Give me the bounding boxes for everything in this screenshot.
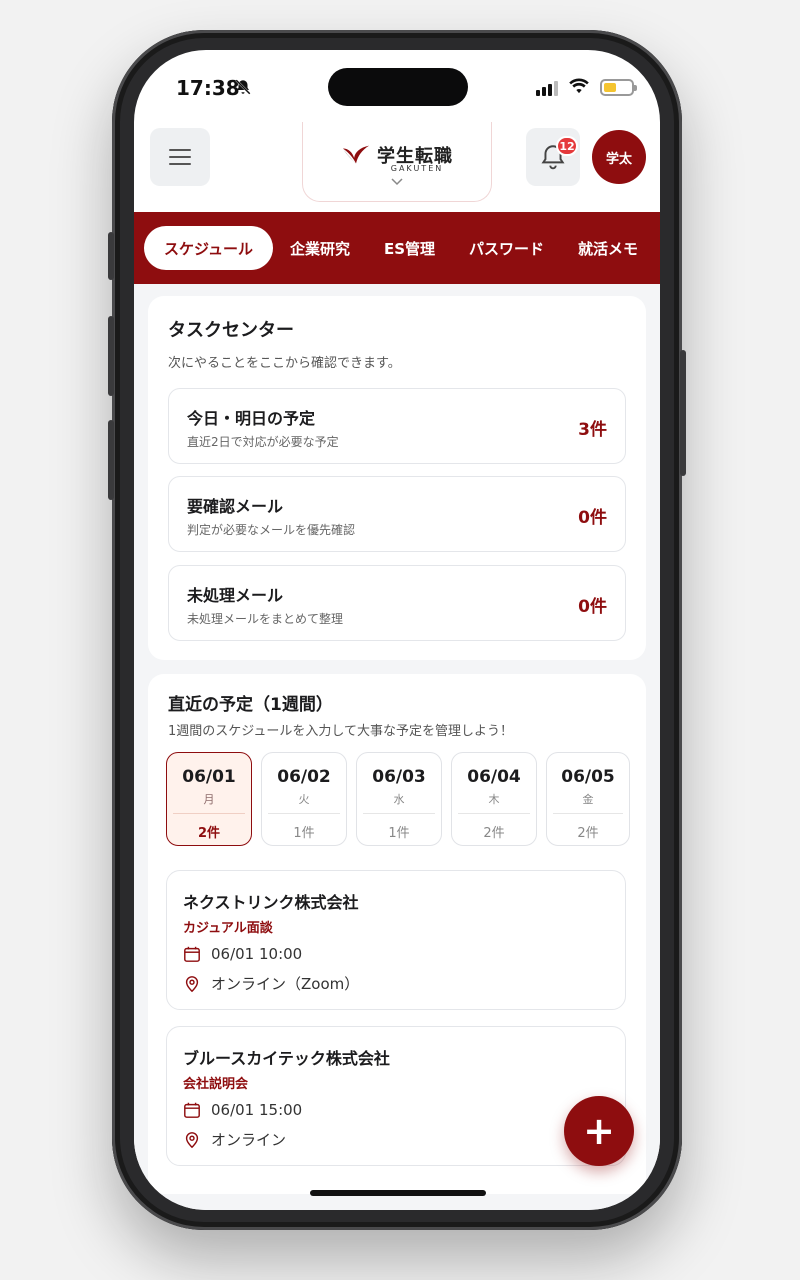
wifi-icon [568, 78, 590, 97]
tab-es-management[interactable]: ES管理 [367, 226, 452, 270]
day-count: 2件 [577, 826, 599, 841]
event-company: ブルースカイテック株式会社 [183, 1049, 390, 1068]
day-chip[interactable]: 06/05 金 2件 [546, 752, 630, 846]
day-count: 1件 [293, 826, 315, 841]
day-weekday: 金 [582, 793, 594, 806]
event-location: オンライン（Zoom） [211, 975, 360, 993]
day-chip[interactable]: 06/03 水 1件 [356, 752, 442, 846]
event-card[interactable]: ネクストリンク株式会社 カジュアル面談 06/01 10:00 オンライン（Zo… [166, 870, 626, 1010]
task-center-card: タスクセンター 次にやることをここから確認できます。 今日・明日の予定 直近2日… [148, 296, 646, 660]
day-weekday: 木 [488, 793, 500, 806]
day-chip[interactable]: 06/04 木 2件 [451, 752, 537, 846]
tab-job-memo[interactable]: 就活メモ [561, 226, 655, 270]
avatar[interactable]: 学太 [592, 130, 646, 184]
location-pin-icon [185, 1131, 199, 1148]
day-date: 06/02 [277, 767, 331, 787]
day-chip[interactable]: 06/01 月 2件 [166, 752, 252, 846]
silent-mode-icon [234, 78, 252, 100]
day-date: 06/01 [182, 767, 236, 787]
home-indicator[interactable] [310, 1190, 486, 1196]
day-count: 1件 [388, 826, 410, 841]
day-divider [363, 813, 435, 814]
task-item-unprocessed-mail[interactable]: 未処理メール 未処理メールをまとめて整理 0件 [168, 565, 626, 641]
task-item-count: 3件 [578, 420, 607, 440]
day-selector: 06/01 月 2件 06/02 火 1件 06/03 水 1件 06/04 木… [166, 752, 630, 846]
day-count: 2件 [197, 826, 221, 841]
tab-passwords[interactable]: パスワード [452, 226, 561, 270]
notification-button[interactable]: 12 [526, 128, 580, 186]
status-time: 17:38 [176, 76, 240, 100]
location-pin-icon [185, 975, 199, 992]
task-item-count: 0件 [578, 508, 607, 528]
day-count: 2件 [483, 826, 505, 841]
logo-subtext: GAKUTEN [390, 164, 444, 173]
tab-company-research[interactable]: 企業研究 [273, 226, 367, 270]
task-item-desc: 未処理メールをまとめて整理 [187, 612, 344, 626]
event-datetime-row: 06/01 15:00 [183, 1101, 302, 1119]
event-location-row: オンライン（Zoom） [183, 973, 359, 994]
task-item-title: 今日・明日の予定 [187, 409, 316, 428]
main-content: タスクセンター 次にやることをここから確認できます。 今日・明日の予定 直近2日… [134, 284, 660, 1210]
event-type: 会社説明会 [183, 1077, 249, 1092]
battery-icon [600, 79, 637, 96]
add-event-button[interactable]: + [564, 1096, 634, 1166]
task-item-upcoming[interactable]: 今日・明日の予定 直近2日で対応が必要な予定 3件 [168, 388, 626, 464]
task-center-title: タスクセンター [168, 320, 294, 341]
task-item-desc: 直近2日で対応が必要な予定 [187, 435, 339, 449]
calendar-icon [184, 946, 200, 962]
day-chip[interactable]: 06/02 火 1件 [261, 752, 347, 846]
day-divider [268, 813, 340, 814]
event-datetime: 06/01 15:00 [211, 1101, 303, 1119]
main-tabbar: スケジュール 企業研究 ES管理 パスワード 就活メモ [134, 212, 660, 284]
day-divider [553, 813, 623, 814]
bird-logo-icon [342, 145, 370, 164]
app-header: 学生転職 GAKUTEN 12 学太 [134, 122, 660, 212]
notification-badge: 12 [556, 136, 578, 156]
task-item-title: 要確認メール [187, 497, 284, 516]
task-item-desc: 判定が必要なメールを優先確認 [187, 523, 356, 537]
event-company: ネクストリンク株式会社 [183, 893, 359, 912]
phone-screen: 17:38 学生転職 GAKUTEN 12 学太 スケジュール 企業研究 ES管… [134, 50, 660, 1210]
status-icons [536, 78, 637, 97]
day-divider [173, 813, 245, 814]
mute-switch [108, 232, 114, 280]
day-date: 06/04 [467, 767, 521, 787]
task-item-count: 0件 [578, 597, 607, 617]
event-card[interactable]: ブルースカイテック株式会社 会社説明会 06/01 15:00 オンライン [166, 1026, 626, 1166]
day-weekday: 火 [298, 793, 310, 806]
cellular-signal-icon [536, 80, 558, 96]
event-location: オンライン [211, 1131, 287, 1149]
hamburger-icon [169, 144, 191, 170]
day-date: 06/03 [372, 767, 426, 787]
volume-up-button [108, 316, 114, 396]
schedule-subtitle: 1週間のスケジュールを入力して大事な予定を管理しよう！ [168, 724, 513, 739]
event-datetime: 06/01 10:00 [211, 945, 303, 963]
event-type: カジュアル面談 [183, 921, 273, 936]
schedule-title: 直近の予定（1週間） [168, 695, 333, 715]
calendar-icon [184, 1102, 200, 1118]
day-weekday: 水 [393, 793, 405, 806]
task-item-review-mail[interactable]: 要確認メール 判定が必要なメールを優先確認 0件 [168, 476, 626, 552]
day-weekday: 月 [203, 793, 215, 806]
dynamic-island [328, 68, 468, 106]
volume-down-button [108, 420, 114, 500]
event-datetime-row: 06/01 10:00 [183, 945, 302, 963]
task-item-title: 未処理メール [187, 586, 284, 605]
power-button [680, 350, 686, 476]
logo-switcher[interactable]: 学生転職 GAKUTEN [302, 122, 492, 202]
day-date: 06/05 [561, 767, 615, 787]
chevron-down-icon [303, 175, 491, 189]
menu-button[interactable] [150, 128, 210, 186]
tab-schedule[interactable]: スケジュール [144, 226, 273, 270]
day-divider [458, 813, 530, 814]
task-center-subtitle: 次にやることをここから確認できます。 [168, 356, 401, 371]
event-location-row: オンライン [183, 1129, 286, 1150]
